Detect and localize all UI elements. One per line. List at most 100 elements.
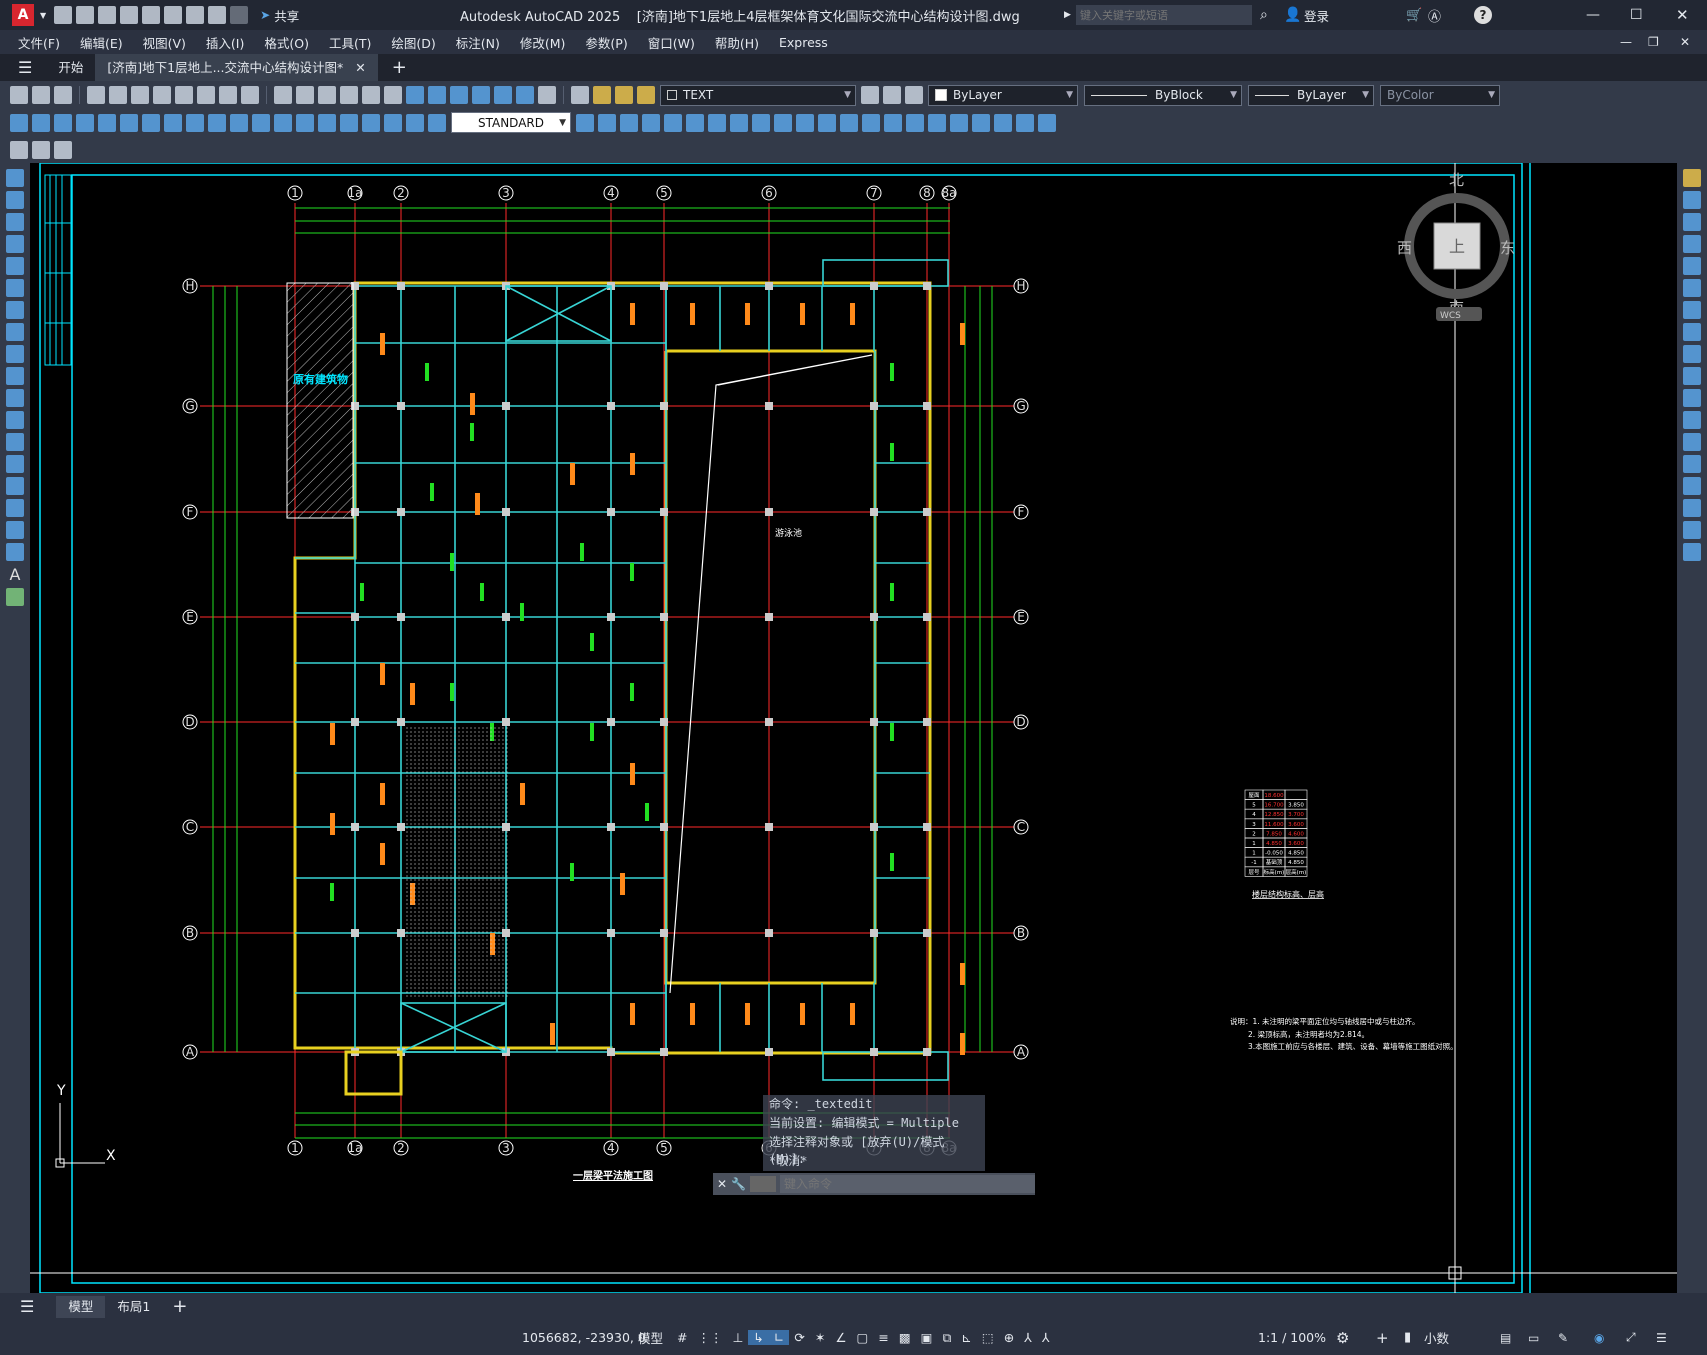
dynamic-input-icon[interactable]: ↳: [748, 1330, 769, 1345]
add-selected-icon[interactable]: [6, 588, 24, 606]
markup-icon[interactable]: [494, 86, 512, 104]
diameter-dim-icon[interactable]: [142, 113, 160, 132]
viewcube[interactable]: 上 北 南 西 东 WCS: [1397, 171, 1515, 321]
isodraft-icon[interactable]: ✶: [810, 1330, 830, 1345]
jogged-dim-icon[interactable]: [120, 113, 138, 132]
open-file-icon[interactable]: [76, 6, 95, 24]
menu-express[interactable]: Express: [769, 35, 838, 50]
mirror-icon[interactable]: [642, 113, 660, 132]
arc-icon[interactable]: [6, 279, 24, 297]
open-icon[interactable]: [32, 86, 50, 104]
help-icon[interactable]: ?: [1474, 6, 1492, 24]
jogged-linear-icon[interactable]: [362, 113, 380, 132]
explode-side-icon[interactable]: [1683, 543, 1701, 561]
clean-screen-icon[interactable]: ⤢: [1626, 1330, 1636, 1345]
snap-icon[interactable]: ⋮⋮: [692, 1330, 727, 1345]
menu-tools[interactable]: 工具(T): [319, 33, 381, 52]
close-command-icon[interactable]: ✕: [717, 1177, 727, 1191]
dimstyle-dropdown[interactable]: STANDARD ▼: [451, 112, 571, 133]
3d-osnap-icon[interactable]: ⧉: [937, 1330, 956, 1346]
menu-insert[interactable]: 插入(I): [196, 33, 254, 52]
erase-icon[interactable]: [598, 113, 616, 132]
extend-side-icon[interactable]: [1683, 389, 1701, 407]
ribbon-toggle-icon[interactable]: [10, 140, 28, 159]
open-web-icon[interactable]: [142, 6, 161, 24]
zoom-realtime-icon[interactable]: [340, 86, 358, 104]
doc-minimize-button[interactable]: —: [1620, 35, 1632, 49]
scale-side-icon[interactable]: [1683, 323, 1701, 341]
external-ref-icon[interactable]: [32, 140, 50, 159]
trim-icon[interactable]: [796, 113, 814, 132]
user-icon[interactable]: 👤: [1284, 7, 1301, 23]
fillet-icon[interactable]: [906, 113, 924, 132]
block-editor-icon[interactable]: [241, 86, 259, 104]
qsave-icon[interactable]: [54, 86, 72, 104]
tab-layout1[interactable]: 布局1: [105, 1296, 162, 1318]
radius-dim-icon[interactable]: [98, 113, 116, 132]
coordinates-readout[interactable]: 1056682, -23930, 0: [522, 1330, 646, 1345]
line-icon[interactable]: [6, 169, 24, 187]
dim-space-icon[interactable]: [252, 113, 270, 132]
chamfer-icon[interactable]: [884, 113, 902, 132]
tool-palettes-icon[interactable]: [450, 86, 468, 104]
mirror-side-icon[interactable]: [1683, 213, 1701, 231]
menu-help[interactable]: 帮助(H): [705, 33, 769, 52]
object-snap-tracking-icon[interactable]: ∠: [830, 1330, 851, 1345]
polygon-icon[interactable]: [6, 235, 24, 253]
fillet-side-icon[interactable]: [1683, 499, 1701, 517]
close-button[interactable]: ✕: [1676, 6, 1689, 24]
erase-side-icon[interactable]: [1683, 169, 1701, 187]
zoom-previous-icon[interactable]: [384, 86, 402, 104]
new-tab-button[interactable]: +: [392, 57, 407, 78]
doc-close-button[interactable]: ✕: [1680, 35, 1690, 49]
stretch-side-icon[interactable]: [1683, 345, 1701, 363]
viewcube-north[interactable]: 北: [1449, 171, 1464, 189]
search-icon[interactable]: ⌕: [1260, 7, 1268, 23]
add-layout-button[interactable]: +: [172, 1296, 187, 1317]
chamfer-side-icon[interactable]: [1683, 477, 1701, 495]
share-icon[interactable]: ➤: [260, 8, 270, 22]
lock-ui-icon[interactable]: ▭: [1528, 1331, 1539, 1345]
move-icon[interactable]: [708, 113, 726, 132]
menu-modify[interactable]: 修改(M): [510, 33, 576, 52]
quickcalc-icon[interactable]: [516, 86, 534, 104]
publish-icon[interactable]: [131, 86, 149, 104]
qnew-icon[interactable]: [10, 86, 28, 104]
block-attr-icon[interactable]: [1038, 113, 1056, 132]
hatch-edit-icon[interactable]: [994, 113, 1012, 132]
gradient-icon[interactable]: [6, 499, 24, 517]
save-web-icon[interactable]: [164, 6, 183, 24]
rectangle-icon[interactable]: [6, 257, 24, 275]
save-icon[interactable]: [98, 6, 117, 24]
hamburger-menu-icon[interactable]: ☰: [18, 58, 32, 77]
baseline-dim-icon[interactable]: [208, 113, 226, 132]
color-dropdown[interactable]: ByLayer ▼: [928, 84, 1078, 106]
autocad-logo-icon[interactable]: A: [12, 4, 34, 26]
search-arrow-icon[interactable]: ▶: [1064, 10, 1071, 20]
spline-edit-icon[interactable]: [972, 113, 990, 132]
mtext-icon[interactable]: A: [10, 565, 21, 584]
auto-scale-icon[interactable]: ⅄: [1037, 1330, 1055, 1345]
workspace-gear-icon[interactable]: ⚙: [1336, 1329, 1349, 1347]
construction-line-icon[interactable]: [6, 191, 24, 209]
layer-freeze-icon[interactable]: [615, 86, 633, 104]
dim-text-edit-icon[interactable]: [406, 113, 424, 132]
tab-start[interactable]: 开始: [46, 54, 95, 81]
menu-file[interactable]: 文件(F): [8, 33, 70, 52]
layer-state-icon[interactable]: [905, 86, 923, 104]
gizmo-icon[interactable]: ⊕: [999, 1330, 1019, 1345]
ellipse-arc-icon[interactable]: [6, 389, 24, 407]
rotate-icon[interactable]: [730, 113, 748, 132]
attribute-edit-icon[interactable]: [1016, 113, 1034, 132]
command-prompt-icon[interactable]: [750, 1176, 777, 1192]
lineweight-icon[interactable]: ≡: [873, 1330, 893, 1345]
dim-edit-icon[interactable]: [384, 113, 402, 132]
ortho-icon[interactable]: ∟: [768, 1330, 790, 1345]
plot-icon[interactable]: [87, 86, 105, 104]
minimize-button[interactable]: —: [1586, 7, 1600, 23]
stretch-icon[interactable]: [774, 113, 792, 132]
design-center-icon[interactable]: [428, 86, 446, 104]
pan-icon[interactable]: [318, 86, 336, 104]
angular-dim-icon[interactable]: [164, 113, 182, 132]
doc-restore-button[interactable]: ❐: [1648, 35, 1659, 49]
